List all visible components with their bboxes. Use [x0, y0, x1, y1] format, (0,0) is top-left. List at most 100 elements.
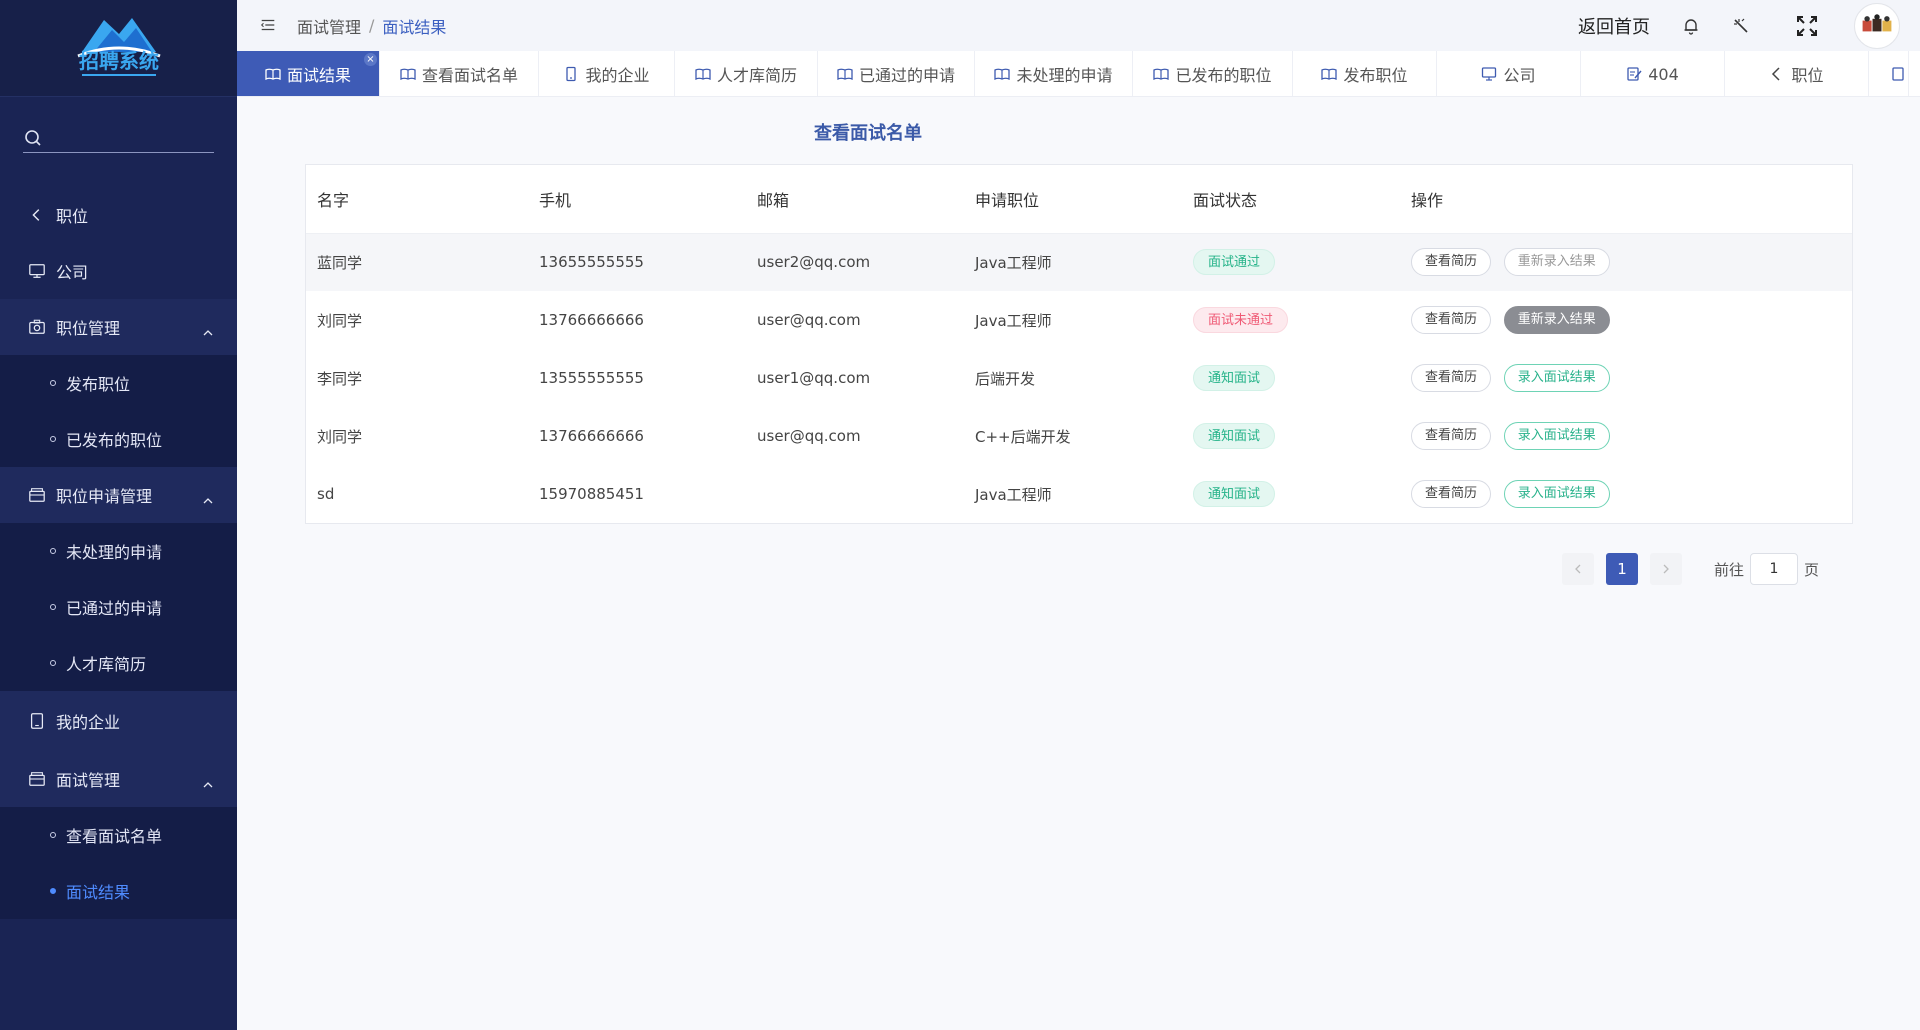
- view-resume-button[interactable]: 查看简历: [1411, 306, 1492, 334]
- enter-result-button[interactable]: 录入面试结果: [1503, 364, 1610, 392]
- tab-404[interactable]: 404: [1581, 51, 1725, 96]
- sidebar-sub-talent-pool[interactable]: 人才库简历: [0, 635, 237, 691]
- chevron-left-icon: [1575, 564, 1581, 574]
- page-number-current[interactable]: 1: [1606, 553, 1638, 585]
- cell-actions: 查看简历 重新录入结果: [1400, 233, 1852, 291]
- view-resume-button[interactable]: 查看简历: [1411, 422, 1492, 450]
- tab-approved-applications[interactable]: 已通过的申请: [818, 51, 975, 96]
- breadcrumb: 面试管理 / 面试结果: [297, 14, 446, 38]
- cell-actions: 查看简历 录入面试结果: [1400, 349, 1852, 407]
- cell-actions: 查看简历 录入面试结果: [1400, 465, 1852, 523]
- sidebar-item-label: 职位申请管理: [56, 487, 153, 506]
- briefcase-icon: [27, 769, 47, 789]
- sidebar-sub-interview-result[interactable]: 面试结果: [0, 863, 237, 919]
- sidebar-item-job-manage[interactable]: 职位管理: [0, 299, 237, 355]
- tab-company[interactable]: 公司: [1437, 51, 1581, 96]
- book-icon: [837, 66, 853, 82]
- pagination: 1 前往 页: [1562, 553, 1819, 585]
- sidebar-item-label: 我的企业: [56, 713, 121, 732]
- reenter-result-button[interactable]: 重新录入结果: [1503, 306, 1610, 334]
- cell-job: 后端开发: [975, 369, 1036, 388]
- cell-job: Java工程师: [964, 233, 1182, 291]
- tab-unprocessed-applications[interactable]: 未处理的申请: [975, 51, 1133, 96]
- tab-bar: 面试结果 × 查看面试名单 我的企业 人才库简历 已通过的申请 未处理的申请 已…: [237, 51, 1920, 97]
- sidebar-sub-approved[interactable]: 已通过的申请: [0, 579, 237, 635]
- search-icon[interactable]: [23, 128, 43, 148]
- magic-wand-icon[interactable]: [1730, 15, 1752, 37]
- sidebar-item-my-company[interactable]: 我的企业: [0, 691, 237, 751]
- view-resume-button[interactable]: 查看简历: [1411, 248, 1492, 277]
- top-header: 面试管理 / 面试结果 返回首页: [237, 0, 1920, 51]
- logo-area: 招聘系统: [0, 0, 237, 97]
- tab-job[interactable]: 职位: [1725, 51, 1869, 96]
- tab-interview-result[interactable]: 面试结果 ×: [237, 51, 380, 96]
- menu-toggle-icon[interactable]: [259, 16, 279, 36]
- view-resume-button[interactable]: 查看简历: [1411, 480, 1492, 508]
- tab-publish-job[interactable]: 发布职位: [1293, 51, 1437, 96]
- sidebar-sub-label: 人才库简历: [66, 655, 147, 674]
- tab-interview-list[interactable]: 查看面试名单: [380, 51, 539, 96]
- prev-page-button[interactable]: [1562, 553, 1594, 585]
- close-icon[interactable]: ×: [364, 53, 377, 66]
- bell-icon[interactable]: [1680, 15, 1702, 37]
- goto-page-input[interactable]: [1750, 553, 1799, 585]
- sidebar-sub-publish-job[interactable]: 发布职位: [0, 355, 237, 411]
- table-row: 李同学 13555555555 user1@qq.com 后端开发 通知面试 查…: [306, 349, 1852, 407]
- search-input[interactable]: [51, 128, 245, 147]
- edit-icon: [1626, 66, 1642, 82]
- interview-table: 名字 手机 邮箱 申请职位 面试状态 操作 蓝同学 13655555555 us…: [305, 164, 1853, 524]
- home-link[interactable]: 返回首页: [1578, 13, 1650, 39]
- tab-my-company[interactable]: 我的企业: [539, 51, 675, 96]
- monitor-icon: [1481, 66, 1497, 82]
- book-icon: [1321, 66, 1338, 82]
- search-box: [23, 123, 245, 153]
- dot-icon: [50, 436, 56, 442]
- reenter-result-button[interactable]: 重新录入结果: [1503, 248, 1610, 277]
- cell-phone: 15970885451: [539, 485, 644, 503]
- sidebar-item-apply-manage[interactable]: 职位申请管理: [0, 467, 237, 523]
- tab-overflow[interactable]: [1869, 51, 1909, 96]
- sidebar-sub-label: 查看面试名单: [66, 827, 163, 846]
- sidebar-sub-label: 面试结果: [66, 883, 131, 902]
- sidebar-item-job[interactable]: 职位: [0, 187, 237, 243]
- tab-published-jobs[interactable]: 已发布的职位: [1133, 51, 1293, 96]
- dot-icon: [50, 660, 56, 666]
- dot-icon: [50, 888, 56, 894]
- sidebar-sub-unprocessed[interactable]: 未处理的申请: [0, 523, 237, 579]
- cell-phone: 13766666666: [539, 311, 644, 329]
- view-resume-button[interactable]: 查看简历: [1411, 364, 1492, 392]
- goto-label: 前往: [1714, 560, 1745, 579]
- cell-actions: 查看简历 重新录入结果: [1400, 291, 1852, 349]
- sidebar-sub-label: 已通过的申请: [66, 599, 163, 618]
- cell-name: 刘同学: [317, 427, 363, 446]
- tab-label: 未处理的申请: [1016, 66, 1113, 85]
- sidebar-sub-published-jobs[interactable]: 已发布的职位: [0, 411, 237, 467]
- avatar[interactable]: [1854, 2, 1900, 49]
- next-page-button[interactable]: [1650, 553, 1682, 585]
- tab-talent-pool[interactable]: 人才库简历: [675, 51, 818, 96]
- enter-result-button[interactable]: 录入面试结果: [1503, 422, 1610, 450]
- breadcrumb-item[interactable]: 面试管理: [297, 14, 361, 38]
- fullscreen-icon[interactable]: [1796, 15, 1818, 37]
- sidebar-sub-interview-list[interactable]: 查看面试名单: [0, 807, 237, 863]
- sidebar-sub-label: 未处理的申请: [66, 543, 163, 562]
- cell-email: user1@qq.com: [757, 369, 871, 387]
- sidebar-item-interview-manage[interactable]: 面试管理: [0, 751, 237, 807]
- main-content: 查看面试名单 名字 手机 邮箱 申请职位 面试状态 操作 蓝同学 1365555…: [237, 97, 1920, 1030]
- sidebar-item-company[interactable]: 公司: [0, 243, 237, 299]
- dot-icon: [50, 548, 56, 554]
- cell-status: 通知面试: [1182, 349, 1400, 407]
- cell-job: C++后端开发: [975, 427, 1071, 446]
- sidebar: 招聘系统 职位 公司 职位管理 发布职位 已发布的职位 职位申请管理 未处理的申…: [0, 0, 245, 1030]
- cell-name: 蓝同学: [306, 233, 528, 291]
- enter-result-button[interactable]: 录入面试结果: [1503, 480, 1610, 508]
- cell-email: user2@qq.com: [746, 233, 964, 291]
- app-logo[interactable]: 招聘系统: [64, 12, 174, 84]
- header-actions: 返回首页: [1578, 0, 1920, 51]
- cell-job: Java工程师: [975, 485, 1052, 504]
- tab-label: 人才库简历: [716, 66, 797, 85]
- dot-icon: [50, 832, 56, 838]
- tablet-icon: [27, 711, 47, 731]
- column-header-email: 邮箱: [746, 165, 964, 234]
- cell-status: 面试通过: [1182, 233, 1400, 291]
